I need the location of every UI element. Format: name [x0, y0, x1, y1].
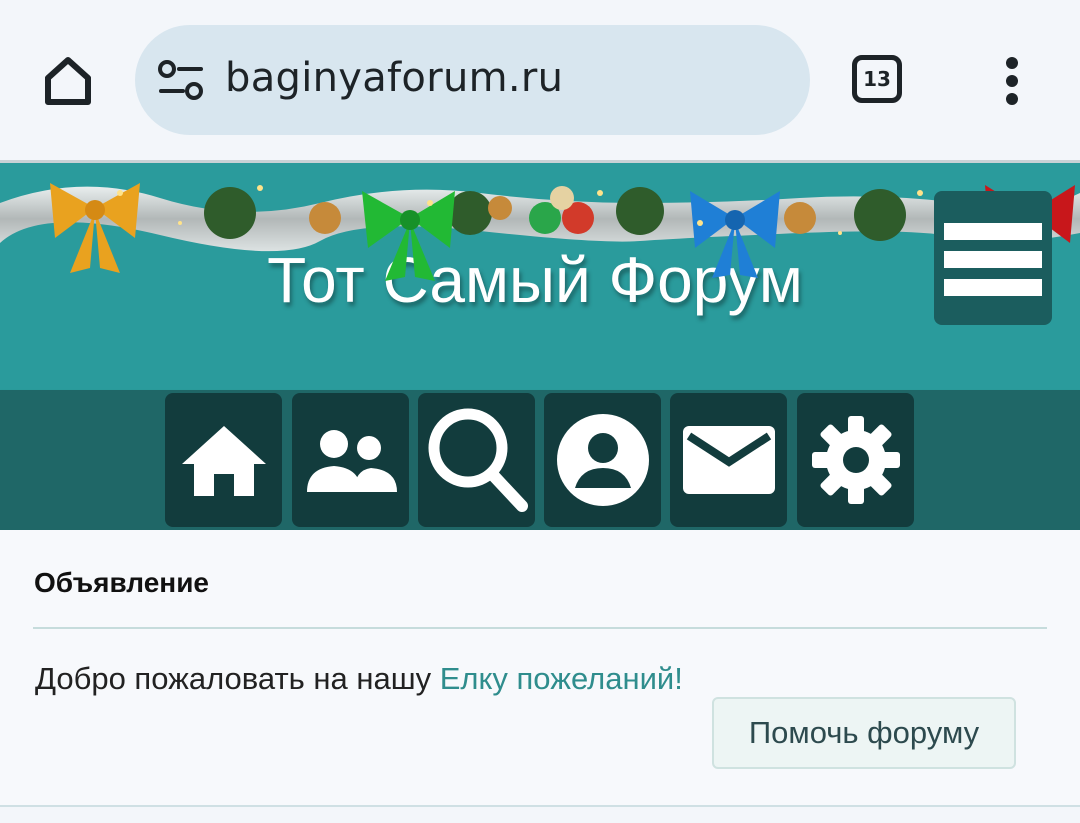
nav-settings-button[interactable] — [797, 393, 914, 527]
site-menu-button[interactable] — [934, 191, 1052, 325]
help-forum-button[interactable]: Помочь форуму — [712, 697, 1016, 769]
search-icon — [428, 408, 528, 512]
forum-nav-bar — [0, 390, 1080, 530]
nav-search-button[interactable] — [418, 393, 535, 527]
nav-profile-button[interactable] — [544, 393, 661, 527]
url-text[interactable]: baginyaforum.ru — [225, 55, 563, 101]
mail-icon — [682, 426, 775, 494]
browser-home-button[interactable] — [36, 48, 100, 112]
tab-switcher-button[interactable]: 13 — [852, 55, 902, 103]
nav-users-button[interactable] — [292, 393, 409, 527]
browser-menu-button[interactable] — [996, 55, 1028, 107]
site-settings-icon[interactable] — [157, 59, 205, 103]
users-icon — [306, 430, 397, 492]
hamburger-icon — [944, 223, 1042, 240]
site-header: Тот Самый Форум — [0, 160, 1080, 393]
address-bar[interactable]: baginyaforum.ru — [135, 25, 810, 135]
home-icon — [45, 57, 91, 105]
divider — [33, 627, 1047, 629]
profile-icon — [556, 414, 649, 506]
gear-icon — [811, 416, 900, 504]
announcement-title: Объявление — [34, 567, 209, 598]
nav-home-button[interactable] — [165, 393, 282, 527]
wish-tree-link[interactable]: Елку пожеланий! — [440, 661, 683, 696]
announcement-panel: Объявление Добро пожаловать на нашу Елку… — [0, 530, 1080, 807]
christmas-garland-decoration — [0, 183, 1080, 281]
nav-mail-button[interactable] — [670, 393, 787, 527]
tab-count: 13 — [863, 67, 891, 91]
announcement-text: Добро пожаловать на нашу Елку пожеланий! — [35, 661, 683, 697]
home-icon — [181, 426, 266, 496]
more-vert-icon — [1006, 57, 1018, 69]
announcement-text-prefix: Добро пожаловать на нашу — [35, 661, 440, 696]
browser-toolbar: baginyaforum.ru 13 — [0, 0, 1080, 160]
